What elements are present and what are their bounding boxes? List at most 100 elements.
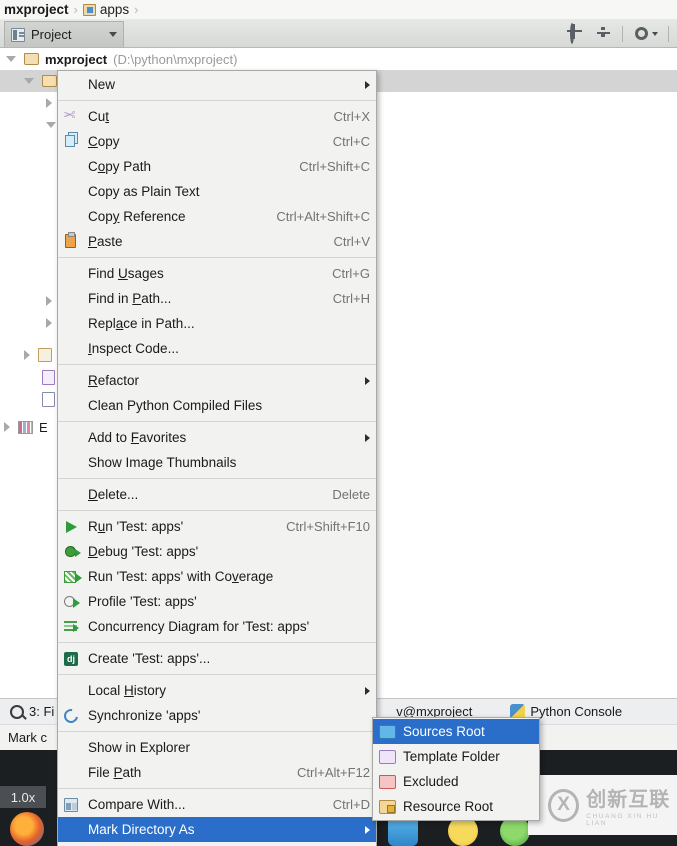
menu-item-label: Paste — [88, 234, 123, 249]
menu-item-synchronize-apps[interactable]: Synchronize 'apps' — [58, 703, 376, 728]
tab-project-label: Project — [31, 27, 72, 42]
menu-item-replace-in-path[interactable]: Replace in Path... — [58, 311, 376, 336]
menu-item-label: Profile 'Test: apps' — [88, 594, 197, 609]
logo-mark-icon: X — [548, 788, 580, 822]
menu-item-copy[interactable]: Copy Ctrl+C — [58, 129, 376, 154]
menu-separator — [58, 478, 376, 479]
menu-item-local-history[interactable]: Local History — [58, 678, 376, 703]
menu-item-inspect-code[interactable]: Inspect Code... — [58, 336, 376, 361]
menu-item-delete[interactable]: Delete... Delete — [58, 482, 376, 507]
menu-item-shortcut: Ctrl+V — [333, 234, 370, 249]
menu-item-copy-as-plain-text[interactable]: Copy as Plain Text — [58, 179, 376, 204]
submenu-arrow-icon — [365, 80, 370, 89]
status-message: Mark c — [8, 730, 47, 745]
menu-item-label: Synchronize 'apps' — [88, 708, 201, 723]
coverage-icon — [62, 568, 82, 586]
tool-window-actions — [568, 23, 677, 44]
file-icon — [42, 369, 55, 385]
menu-item-icon-placeholder — [62, 486, 82, 504]
module-icon — [82, 3, 96, 16]
debug-icon — [62, 543, 82, 561]
menu-item-shortcut: Ctrl+X — [333, 109, 370, 124]
menu-item-mark-directory-as[interactable]: Mark Directory As — [58, 817, 376, 842]
menu-item-find-usages[interactable]: Find Usages Ctrl+G — [58, 261, 376, 286]
collapse-arrow-icon[interactable] — [24, 350, 30, 360]
profile-icon — [62, 593, 82, 611]
menu-item-icon-placeholder — [62, 315, 82, 333]
menu-item-diagrams[interactable]: Diagrams — [58, 842, 376, 846]
collapse-all-icon[interactable] — [595, 25, 612, 42]
menu-item-find-in-path[interactable]: Find in Path... Ctrl+H — [58, 286, 376, 311]
collapse-arrow-icon[interactable] — [46, 98, 52, 108]
menu-item-icon-placeholder — [62, 158, 82, 176]
menu-item-shortcut: Delete — [332, 487, 370, 502]
python-console-label: Python Console — [530, 704, 623, 719]
logo-text-cn: 创新互联 — [586, 789, 671, 811]
collapse-arrow-icon[interactable] — [4, 422, 10, 432]
menu-item-new[interactable]: New — [58, 72, 376, 97]
menu-separator — [58, 731, 376, 732]
breadcrumb-root-label: mxproject — [4, 2, 69, 17]
tree-row[interactable]: mxproject (D:\python\mxproject) — [0, 48, 677, 70]
project-view-icon — [11, 27, 25, 42]
menu-item-refactor[interactable]: Refactor — [58, 368, 376, 393]
tab-project[interactable]: Project — [4, 21, 124, 47]
submenu-item-template-folder[interactable]: Template Folder — [373, 744, 539, 769]
menu-item-compare-with[interactable]: Compare With... Ctrl+D — [58, 792, 376, 817]
sync-icon — [61, 705, 82, 726]
menu-item-run-test-apps[interactable]: Run 'Test: apps' Ctrl+Shift+F10 — [58, 514, 376, 539]
menu-item-show-image-thumbnails[interactable]: Show Image Thumbnails — [58, 450, 376, 475]
submenu-item-sources-root[interactable]: Sources Root — [373, 719, 539, 744]
menu-item-show-in-explorer[interactable]: Show in Explorer — [58, 735, 376, 760]
menu-item-label: Copy — [88, 134, 120, 149]
menu-item-cut[interactable]: Cut Ctrl+X — [58, 104, 376, 129]
breadcrumb-item-apps[interactable]: apps — [82, 2, 130, 17]
submenu-item-excluded[interactable]: Excluded — [373, 769, 539, 794]
find-tool-window-button[interactable]: 3: Fi — [0, 704, 64, 719]
menu-item-shortcut: Ctrl+D — [332, 797, 370, 812]
mark-directory-as-submenu[interactable]: Sources Root Template Folder Excluded Resou… — [372, 717, 540, 821]
menu-item-file-path[interactable]: File Path Ctrl+Alt+F12 — [58, 760, 376, 785]
menu-item-concurrency-diagram-for-test-apps[interactable]: Concurrency Diagram for 'Test: apps' — [58, 614, 376, 639]
collapse-arrow-icon[interactable] — [46, 318, 52, 328]
breadcrumb-apps-label: apps — [99, 2, 130, 17]
toolbar-divider-2 — [668, 25, 669, 42]
menu-item-add-to-favorites[interactable]: Add to Favorites — [58, 425, 376, 450]
menu-item-copy-reference[interactable]: Copy Reference Ctrl+Alt+Shift+C — [58, 204, 376, 229]
gear-icon[interactable] — [633, 25, 658, 42]
package-icon — [38, 348, 52, 362]
tool-window-header: Project — [0, 20, 677, 48]
collapse-arrow-icon[interactable] — [46, 296, 52, 306]
breadcrumb-separator-1: › — [73, 2, 78, 17]
menu-separator — [58, 642, 376, 643]
context-menu[interactable]: New Cut Ctrl+X Copy Ctrl+C Copy Path Ctrl+Shif… — [57, 70, 377, 846]
folder-blue-icon — [379, 724, 396, 739]
menu-item-label: Show in Explorer — [88, 740, 191, 755]
menu-item-profile-test-apps[interactable]: Profile 'Test: apps' — [58, 589, 376, 614]
expand-arrow-icon[interactable] — [6, 56, 16, 62]
submenu-arrow-icon — [365, 376, 370, 385]
menu-item-paste[interactable]: Paste Ctrl+V — [58, 229, 376, 254]
scissors-icon — [62, 108, 82, 126]
firefox-icon[interactable] — [10, 812, 44, 846]
menu-item-run-test-apps-with-coverage[interactable]: Run 'Test: apps' with Coverage — [58, 564, 376, 589]
breadcrumb-item-root[interactable]: mxproject — [4, 2, 69, 17]
folder-orange-icon — [379, 799, 396, 814]
expand-arrow-icon[interactable] — [24, 78, 34, 84]
submenu-item-resource-root[interactable]: Resource Root — [373, 794, 539, 819]
menu-item-copy-path[interactable]: Copy Path Ctrl+Shift+C — [58, 154, 376, 179]
menu-separator — [58, 674, 376, 675]
locate-icon[interactable] — [568, 23, 585, 44]
menu-item-icon-placeholder — [62, 429, 82, 447]
run-icon — [62, 518, 82, 536]
toolbar-divider — [622, 25, 623, 42]
playback-speed-badge[interactable]: 1.0x — [0, 786, 46, 808]
menu-item-debug-test-apps[interactable]: Debug 'Test: apps' — [58, 539, 376, 564]
menu-item-clean-python-compiled-files[interactable]: Clean Python Compiled Files — [58, 393, 376, 418]
menu-item-label: Delete... — [88, 487, 139, 502]
menu-item-create-test-apps[interactable]: dj Create 'Test: apps'... — [58, 646, 376, 671]
chevron-down-icon[interactable] — [109, 32, 117, 37]
expand-arrow-icon[interactable] — [46, 122, 56, 128]
submenu-item-label: Sources Root — [403, 724, 485, 739]
menu-item-icon-placeholder — [62, 372, 82, 390]
